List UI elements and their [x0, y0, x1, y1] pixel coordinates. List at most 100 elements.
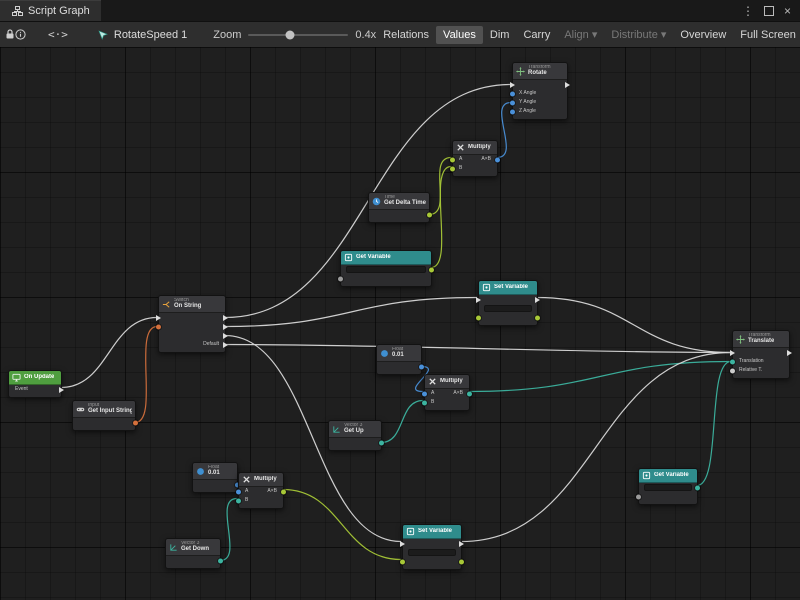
node-multiply1[interactable]: MultiplyAA×BB: [452, 140, 498, 177]
toolbar-button-carry[interactable]: Carry: [516, 26, 557, 44]
graph-toolbar: <·> RotateSpeed 1 Zoom 0.4x RelationsVal…: [0, 21, 800, 48]
port-label: Default: [203, 342, 219, 347]
output-port[interactable]: [223, 315, 228, 321]
output-port[interactable]: [787, 350, 792, 356]
input-port[interactable]: [510, 82, 515, 88]
output-port[interactable]: [427, 212, 432, 217]
node-deltatime[interactable]: TimeGet Delta Time: [368, 192, 430, 223]
port-label: A×B: [267, 489, 277, 494]
output-port[interactable]: [459, 559, 464, 564]
output-port[interactable]: [133, 420, 138, 425]
node-translate[interactable]: TransformTranslateTranslationRelative T.: [732, 330, 790, 379]
input-port[interactable]: [730, 368, 735, 373]
node-port-row: [159, 322, 225, 331]
input-port[interactable]: [450, 157, 455, 162]
node-getup[interactable]: Vector 3Get Up: [328, 420, 382, 451]
toolbar-button-relations[interactable]: Relations: [376, 26, 436, 44]
output-port[interactable]: [281, 489, 286, 494]
toolbar-button-values[interactable]: Values: [436, 26, 483, 44]
node-getdown[interactable]: Vector 3Get Down: [165, 538, 221, 569]
port-label: A: [431, 391, 434, 396]
output-port[interactable]: [59, 387, 64, 393]
output-port[interactable]: [495, 157, 500, 162]
toolbar-button-dim[interactable]: Dim: [483, 26, 517, 44]
input-port[interactable]: [510, 91, 515, 96]
input-port[interactable]: [510, 100, 515, 105]
input-port[interactable]: [422, 400, 427, 405]
graph-canvas[interactable]: TransformRotateX AngleY AngleZ Angle Mult…: [0, 47, 800, 600]
input-port[interactable]: [476, 297, 481, 303]
lock-icon[interactable]: [5, 25, 15, 45]
input-port[interactable]: [510, 109, 515, 114]
input-port[interactable]: [450, 166, 455, 171]
node-port-row: [639, 492, 697, 501]
output-port[interactable]: [419, 364, 424, 369]
input-port[interactable]: [730, 359, 735, 364]
tab-script-graph[interactable]: Script Graph: [0, 0, 101, 21]
output-port[interactable]: [429, 267, 434, 272]
zoom-slider[interactable]: [248, 34, 348, 36]
toolbar-buttons: RelationsValuesDimCarryAlign ▾Distribute…: [376, 25, 800, 44]
output-port[interactable]: [379, 440, 384, 445]
output-port[interactable]: [459, 541, 464, 547]
variable-name-field[interactable]: [644, 484, 692, 491]
zoom-value: 0.4x: [355, 29, 376, 41]
node-port-row: [403, 539, 461, 548]
variable-name-field[interactable]: [408, 549, 456, 556]
multiply-icon: [428, 377, 437, 386]
info-icon[interactable]: [15, 25, 26, 45]
input-port[interactable]: [476, 315, 481, 320]
node-setvar1[interactable]: Set Variable: [478, 280, 538, 326]
output-port[interactable]: [223, 324, 228, 330]
toolbar-button-distribute: Distribute ▾: [604, 25, 673, 44]
input-port[interactable]: [156, 315, 161, 321]
maximize-icon[interactable]: [764, 6, 774, 16]
node-rotate[interactable]: TransformRotateX AngleY AngleZ Angle: [512, 62, 568, 120]
output-port[interactable]: [565, 82, 570, 88]
node-title: On String: [174, 303, 201, 310]
output-port[interactable]: [535, 297, 540, 303]
node-getvar1[interactable]: Get Variable: [340, 250, 432, 287]
input-port[interactable]: [422, 391, 427, 396]
node-setvar2[interactable]: Set Variable: [402, 524, 462, 570]
toolbar-button-full-screen[interactable]: Full Screen: [733, 26, 800, 44]
code-view-icon[interactable]: <·>: [48, 28, 68, 41]
node-title: Multiply: [440, 378, 463, 385]
input-port[interactable]: [636, 494, 641, 499]
output-port[interactable]: [535, 315, 540, 320]
window-controls: ⋮ ×: [742, 0, 800, 21]
input-port[interactable]: [236, 498, 241, 503]
output-port[interactable]: [218, 558, 223, 563]
close-icon[interactable]: ×: [784, 4, 791, 18]
zoom-slider-thumb[interactable]: [286, 30, 295, 39]
node-port-row: [159, 331, 225, 340]
node-onupdate[interactable]: On UpdateEvent: [8, 370, 62, 398]
node-getinput[interactable]: InputGet Input String: [72, 400, 136, 431]
input-port[interactable]: [400, 541, 405, 547]
window-menu-icon[interactable]: ⋮: [742, 4, 754, 18]
node-title: Rotate: [528, 70, 551, 77]
input-port[interactable]: [156, 324, 161, 329]
toolbar-button-overview[interactable]: Overview: [673, 26, 733, 44]
node-float1[interactable]: Float0.01: [376, 344, 422, 375]
variable-icon: [406, 527, 415, 536]
input-port[interactable]: [400, 559, 405, 564]
node-float2[interactable]: Float0.01: [192, 462, 238, 493]
output-port[interactable]: [223, 342, 228, 348]
node-port-row: [341, 265, 431, 274]
graph-breadcrumb[interactable]: RotateSpeed 1: [98, 25, 187, 45]
port-label: Y Angle: [519, 100, 536, 105]
output-port[interactable]: [695, 485, 700, 490]
node-switch[interactable]: SwitchOn StringDefault: [158, 295, 226, 353]
node-multiply2[interactable]: MultiplyAA×BB: [424, 374, 470, 411]
node-port-row: AA×B: [239, 487, 283, 496]
output-port[interactable]: [223, 333, 228, 339]
input-port[interactable]: [338, 276, 343, 281]
variable-name-field[interactable]: [484, 305, 532, 312]
node-getvar2[interactable]: Get Variable: [638, 468, 698, 505]
node-multiply3[interactable]: MultiplyAA×BB: [238, 472, 284, 509]
variable-name-field[interactable]: [346, 266, 426, 273]
output-port[interactable]: [467, 391, 472, 396]
input-port[interactable]: [236, 489, 241, 494]
input-port[interactable]: [730, 350, 735, 356]
